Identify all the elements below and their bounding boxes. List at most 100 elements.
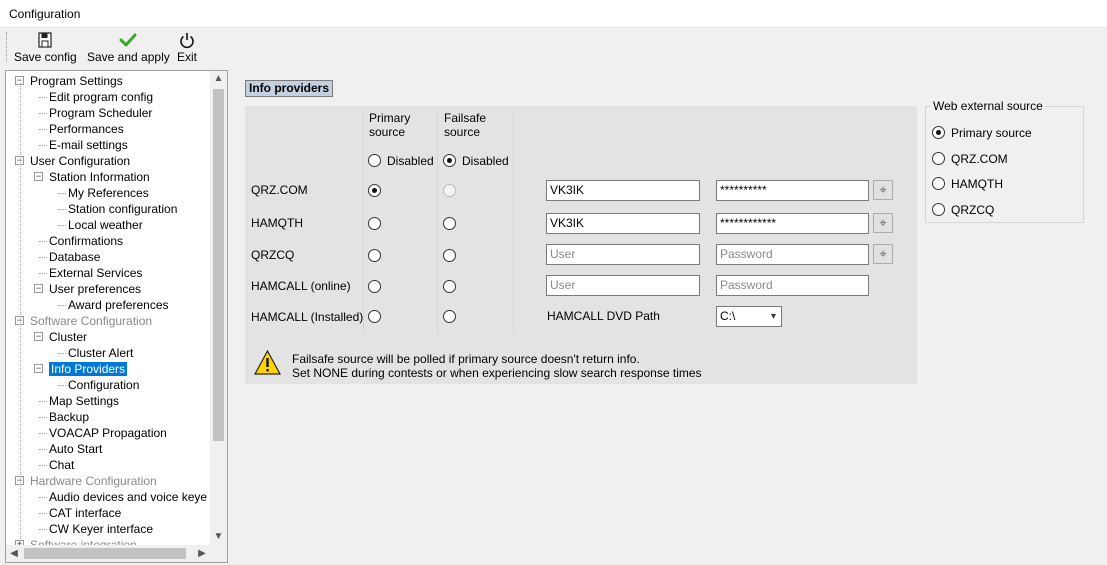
exit-button[interactable]: Exit — [177, 31, 197, 64]
primary-radio-hamcall-installed[interactable] — [368, 310, 381, 323]
column-divider — [437, 114, 438, 334]
tree-item[interactable]: Backup — [49, 409, 89, 425]
hamqth-password-input[interactable]: ************ — [716, 213, 869, 234]
tree-item-label: E-mail settings — [49, 138, 128, 152]
tree-item-label: CAT interface — [49, 506, 122, 520]
save-and-apply-button[interactable]: Save and apply — [87, 31, 170, 64]
tree-horizontal-scroll-thumb[interactable] — [24, 548, 186, 559]
collapse-icon[interactable]: − — [34, 172, 43, 181]
column-divider — [363, 114, 364, 334]
tree-item[interactable]: External Services — [49, 265, 142, 281]
tree-item-label: Program Settings — [30, 74, 123, 88]
primary-radio-qrzcq[interactable] — [368, 249, 381, 262]
tree-item[interactable]: Performances — [49, 121, 124, 137]
tree-connector — [39, 113, 47, 114]
web-source-radio[interactable] — [932, 202, 945, 216]
failsafe-radio-qrzcq[interactable] — [443, 249, 456, 262]
tree-vertical-scroll-thumb[interactable] — [213, 89, 224, 441]
tree-item-label: VOACAP Propagation — [49, 426, 167, 440]
web-source-radio[interactable] — [932, 126, 945, 139]
failsafe-radio-hamqth[interactable] — [443, 217, 456, 230]
scroll-up-arrow-icon[interactable]: ▲ — [210, 71, 227, 87]
failsafe-radio-hamcall-online[interactable] — [443, 280, 456, 293]
tree-item[interactable]: Chat — [49, 457, 74, 473]
tree-item[interactable]: Info Providers — [49, 361, 128, 377]
tree-item[interactable]: Map Settings — [49, 393, 119, 409]
tree-connector — [58, 353, 66, 354]
tree-item[interactable]: Hardware Configuration — [30, 473, 157, 489]
tree-item[interactable]: Program Settings — [30, 73, 123, 89]
hamcall-dvd-path-label: HAMCALL DVD Path — [547, 309, 660, 323]
tree-item-label: CW Keyer interface — [49, 522, 154, 536]
settings-tree[interactable]: Program Settings − Edit program config Prog… — [5, 70, 228, 563]
tree-item[interactable]: CW Keyer interface — [49, 521, 153, 537]
provider-label-hamqth: HAMQTH — [251, 216, 303, 230]
tree-connector — [39, 401, 47, 402]
collapse-icon[interactable]: − — [34, 284, 43, 293]
scroll-right-arrow-icon[interactable]: ▶ — [194, 545, 210, 562]
tree-connector — [39, 97, 47, 98]
tree-item[interactable]: Program Scheduler — [49, 105, 152, 121]
hamqth-user-input[interactable]: VK3IK — [546, 213, 700, 234]
qrzcom-user-input[interactable]: VK3IK — [546, 180, 700, 201]
note-line-2: Set NONE during contests or when experie… — [292, 366, 702, 380]
save-config-button[interactable]: Save config — [14, 31, 77, 64]
tree-connector — [39, 465, 47, 466]
tree-item[interactable]: Audio devices and voice keye — [49, 489, 207, 505]
tree-item[interactable]: Cluster — [49, 329, 87, 345]
check-icon — [119, 33, 137, 47]
primary-radio-hamcall-online[interactable] — [368, 280, 381, 293]
tree-item[interactable]: Station Information — [49, 169, 150, 185]
tree-item-label: Performances — [49, 122, 124, 136]
tree-item[interactable]: Configuration — [68, 377, 139, 393]
hamqth-target-icon[interactable]: ⌖ — [873, 213, 893, 233]
qrzcq-target-icon[interactable]: ⌖ — [873, 244, 893, 264]
collapse-icon[interactable]: − — [34, 364, 43, 373]
failsafe-disabled-label: Disabled — [462, 154, 509, 168]
tree-item[interactable]: User preferences — [49, 281, 141, 297]
tree-item[interactable]: Local weather — [68, 217, 143, 233]
tree-horizontal-scrollbar[interactable]: ◀ ▶ — [6, 545, 227, 562]
primary-radio-hamqth[interactable] — [368, 217, 381, 230]
tree-item[interactable]: Auto Start — [49, 441, 102, 457]
failsafe-radio-hamcall-installed[interactable] — [443, 310, 456, 323]
tree-item-label: Backup — [49, 410, 90, 424]
tree-item[interactable]: User Configuration — [30, 153, 130, 169]
hamcall-dvd-path-select[interactable]: C:\ ▾ — [716, 306, 782, 327]
toolbar: Save config Save and apply Exit — [0, 28, 1107, 68]
tree-item[interactable]: Confirmations — [49, 233, 123, 249]
tree-item-label: Cluster Alert — [68, 346, 134, 360]
tree-item[interactable]: Edit program config — [49, 89, 153, 105]
tree-item[interactable]: E-mail settings — [49, 137, 128, 153]
hamcall-online-user-input[interactable]: User — [546, 275, 700, 296]
tree-item[interactable]: CAT interface — [49, 505, 121, 521]
qrzcom-password-input[interactable]: ********** — [716, 180, 869, 201]
web-source-radio[interactable] — [932, 151, 945, 165]
web-source-radio[interactable] — [932, 177, 945, 190]
scroll-left-arrow-icon[interactable]: ◀ — [6, 545, 22, 562]
primary-disabled-radio[interactable] — [368, 154, 381, 167]
tree-item[interactable]: Cluster Alert — [68, 345, 133, 361]
tree-item[interactable]: My References — [68, 185, 149, 201]
tree-connector — [39, 497, 47, 498]
tree-item[interactable]: Database — [49, 249, 100, 265]
qrzcom-target-icon[interactable]: ⌖ — [873, 180, 893, 200]
toolbar-grip[interactable] — [6, 32, 8, 62]
window-title: Configuration — [9, 7, 81, 21]
tree-item[interactable]: Award preferences — [68, 297, 169, 313]
scroll-down-arrow-icon[interactable]: ▼ — [210, 529, 227, 545]
hamcall-online-password-input[interactable]: Password — [716, 275, 869, 296]
tree-connector — [39, 529, 47, 530]
tree-item[interactable]: Software Configuration — [30, 313, 152, 329]
qrzcq-user-input[interactable]: User — [546, 244, 700, 265]
tree-vertical-scrollbar[interactable]: ▲ ▼ — [210, 71, 227, 545]
tree-item-label: Info Providers — [49, 362, 128, 376]
collapse-icon[interactable]: − — [34, 332, 43, 341]
qrzcq-password-input[interactable]: Password — [716, 244, 869, 265]
primary-radio-qrzcom[interactable] — [368, 184, 381, 197]
failsafe-disabled-radio[interactable] — [443, 154, 456, 167]
tree-item[interactable]: Station configuration — [68, 201, 177, 217]
tree-connector — [20, 83, 21, 543]
tree-item[interactable]: VOACAP Propagation — [49, 425, 167, 441]
section-title: Info providers — [245, 80, 334, 97]
